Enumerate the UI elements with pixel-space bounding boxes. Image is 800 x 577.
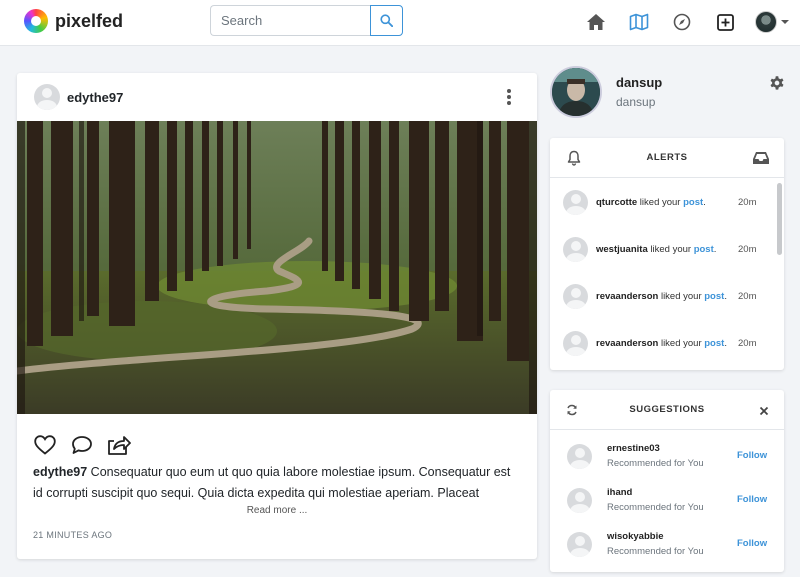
alert-post-link[interactable]: post	[704, 291, 724, 302]
post-card: edythe97 edythe97 Consequatur quo eum ut…	[17, 73, 537, 559]
comment-button[interactable]	[70, 433, 94, 457]
search-icon	[380, 14, 393, 27]
discover-button[interactable]	[669, 10, 695, 34]
alert-avatar[interactable]	[563, 237, 588, 262]
top-navbar: pixelfed	[0, 0, 800, 46]
pixelfed-logo-icon	[24, 9, 48, 33]
suggestion-item: ernestine03 Recommended for You Follow	[550, 431, 784, 475]
gear-icon	[770, 76, 784, 90]
alert-time: 20m	[738, 244, 757, 255]
search-button[interactable]	[370, 5, 403, 36]
alert-period: .	[703, 197, 706, 208]
read-more-link[interactable]: Read more ...	[17, 505, 537, 516]
alert-avatar[interactable]	[563, 331, 588, 356]
suggestion-item: wisokyabbie Recommended for You Follow	[550, 519, 784, 563]
home-icon	[587, 14, 605, 30]
comment-icon	[72, 436, 92, 454]
alerts-card: ALERTS qturcotte liked your post. 20m we…	[550, 138, 784, 370]
alert-user[interactable]: revaanderson	[596, 338, 658, 349]
close-icon[interactable]	[759, 403, 769, 421]
suggestion-item: ihand Recommended for You Follow	[550, 475, 784, 519]
brand-name: pixelfed	[55, 10, 124, 31]
alert-message: liked your	[658, 291, 705, 302]
profile-summary: dansup dansup	[550, 64, 790, 120]
suggestion-avatar[interactable]	[567, 532, 592, 557]
suggestion-avatar[interactable]	[567, 488, 592, 513]
alert-avatar[interactable]	[563, 284, 588, 309]
post-author-avatar[interactable]	[34, 84, 60, 110]
chevron-down-icon	[781, 20, 789, 24]
alerts-header: ALERTS	[550, 138, 784, 178]
alert-item[interactable]: qturcotte liked your post. 20m	[550, 179, 784, 226]
alert-item[interactable]: westjuanita liked your post. 20m	[550, 226, 784, 273]
alert-time: 20m	[738, 338, 757, 349]
alert-period: .	[713, 244, 717, 255]
suggestions-header: SUGGESTIONS	[550, 390, 784, 430]
alert-post-link[interactable]: post	[704, 338, 724, 349]
refresh-icon[interactable]	[566, 403, 578, 421]
plus-square-icon	[716, 13, 734, 31]
suggestion-avatar[interactable]	[567, 444, 592, 469]
alert-message: liked your	[658, 338, 705, 349]
post-author-username[interactable]: edythe97	[67, 90, 123, 105]
suggestion-username[interactable]: ernestine03	[607, 443, 660, 454]
alert-list: qturcotte liked your post. 20m westjuani…	[550, 179, 784, 367]
alert-period: .	[724, 291, 727, 302]
alert-item[interactable]: revaanderson liked your post. 20m	[550, 320, 784, 367]
follow-button[interactable]: Follow	[737, 538, 767, 549]
home-button[interactable]	[583, 10, 609, 34]
post-image[interactable]	[17, 121, 537, 414]
alert-post-link[interactable]: post	[683, 197, 703, 208]
alert-message: liked your	[647, 244, 694, 255]
inbox-icon[interactable]	[752, 150, 770, 171]
profile-handle: dansup	[616, 95, 656, 109]
suggestion-reason: Recommended for You	[607, 502, 704, 513]
bell-icon[interactable]	[566, 150, 582, 171]
alert-user[interactable]: revaanderson	[596, 291, 658, 302]
follow-button[interactable]: Follow	[737, 494, 767, 505]
alert-period: .	[724, 338, 727, 349]
alert-user[interactable]: westjuanita	[596, 244, 648, 255]
alerts-scrollbar[interactable]	[777, 183, 782, 255]
share-icon	[108, 436, 131, 455]
more-options-icon[interactable]	[507, 89, 511, 107]
suggestion-username[interactable]: ihand	[607, 487, 632, 498]
alert-avatar[interactable]	[563, 190, 588, 215]
heart-icon	[34, 435, 56, 455]
suggestions-title: SUGGESTIONS	[629, 404, 705, 415]
alert-item[interactable]: revaanderson liked your post. 20m	[550, 273, 784, 320]
post-caption: edythe97 Consequatur quo eum ut quo quia…	[33, 462, 523, 504]
alerts-title: ALERTS	[646, 152, 688, 163]
map-icon	[629, 13, 649, 31]
compass-icon	[673, 13, 691, 31]
map-button[interactable]	[626, 10, 652, 34]
share-button[interactable]	[107, 433, 131, 457]
suggestions-card: SUGGESTIONS ernestine03 Recommended for …	[550, 390, 784, 572]
suggestion-list: ernestine03 Recommended for You Follow i…	[550, 431, 784, 563]
search-input[interactable]	[210, 5, 370, 36]
new-post-button[interactable]	[712, 10, 738, 34]
caption-username[interactable]: edythe97	[33, 465, 87, 479]
caption-text: Consequatur quo eum ut quo quia labore m…	[33, 465, 511, 500]
settings-button[interactable]	[768, 74, 786, 92]
brand[interactable]: pixelfed	[24, 9, 123, 33]
follow-button[interactable]: Follow	[737, 450, 767, 461]
alert-post-link[interactable]: post	[694, 244, 714, 255]
user-menu-toggle[interactable]	[755, 11, 789, 33]
alert-user[interactable]: qturcotte	[596, 197, 637, 208]
profile-name[interactable]: dansup	[616, 75, 662, 90]
profile-avatar[interactable]	[550, 66, 602, 118]
alert-time: 20m	[738, 197, 757, 208]
suggestion-reason: Recommended for You	[607, 458, 704, 469]
alert-message: liked your	[637, 197, 684, 208]
like-button[interactable]	[33, 433, 57, 457]
post-timestamp[interactable]: 21 MINUTES AGO	[33, 530, 112, 540]
suggestion-username[interactable]: wisokyabbie	[607, 531, 664, 542]
suggestion-reason: Recommended for You	[607, 546, 704, 557]
user-avatar	[755, 11, 777, 33]
search-form	[210, 5, 403, 36]
post-header: edythe97	[17, 73, 537, 121]
alert-time: 20m	[738, 291, 757, 302]
